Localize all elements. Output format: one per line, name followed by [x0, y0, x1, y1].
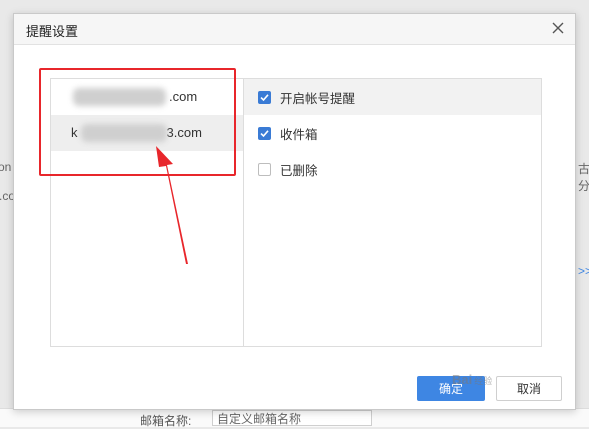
background-text-fragment: on	[0, 160, 12, 174]
account-item[interactable]: .com	[51, 79, 243, 115]
option-label: 已删除	[280, 163, 318, 178]
redacted-email-blur	[73, 88, 166, 106]
checkbox-unchecked[interactable]	[258, 162, 271, 176]
close-icon[interactable]	[549, 19, 567, 37]
option-label: 开启帐号提醒	[280, 91, 356, 106]
option-enable-account-reminder[interactable]: 开启帐号提醒	[244, 79, 541, 115]
mailbox-name-label: 邮箱名称:	[140, 414, 192, 428]
dialog-header: 提醒设置	[14, 14, 575, 45]
redacted-email-blur	[81, 124, 167, 142]
option-inbox[interactable]: 收件箱	[244, 115, 541, 151]
watermark-subtext: 经验	[474, 376, 493, 386]
option-label: 收件箱	[280, 127, 318, 142]
account-list: .com k 3.com	[50, 78, 243, 347]
reminder-settings-dialog: 提醒设置 .com k 3.com 开启帐号提醒 收件箱 已删除 确定 取消	[13, 13, 576, 410]
account-address-prefix: k	[71, 125, 78, 140]
background-form-row: 邮箱名称: 自定义邮箱名称	[0, 408, 589, 428]
mailbox-name-input[interactable]: 自定义邮箱名称	[212, 410, 372, 426]
reminder-options-panel: 开启帐号提醒 收件箱 已删除	[243, 78, 542, 347]
background-link-fragment: >>	[578, 264, 589, 278]
option-deleted[interactable]: 已删除	[244, 151, 541, 187]
checkbox-checked[interactable]	[258, 126, 271, 140]
account-address-suffix: 3.com	[166, 125, 202, 140]
watermark-text: Bai	[452, 372, 473, 387]
watermark-logo: Bai 经验	[452, 372, 492, 387]
background-text-fragment: 古分	[578, 162, 589, 193]
cancel-button[interactable]: 取消	[496, 376, 562, 401]
account-address-suffix: .com	[169, 89, 198, 104]
checkbox-checked[interactable]	[258, 90, 271, 104]
dialog-title: 提醒设置	[26, 24, 79, 39]
account-item-selected[interactable]: k 3.com	[51, 115, 243, 151]
